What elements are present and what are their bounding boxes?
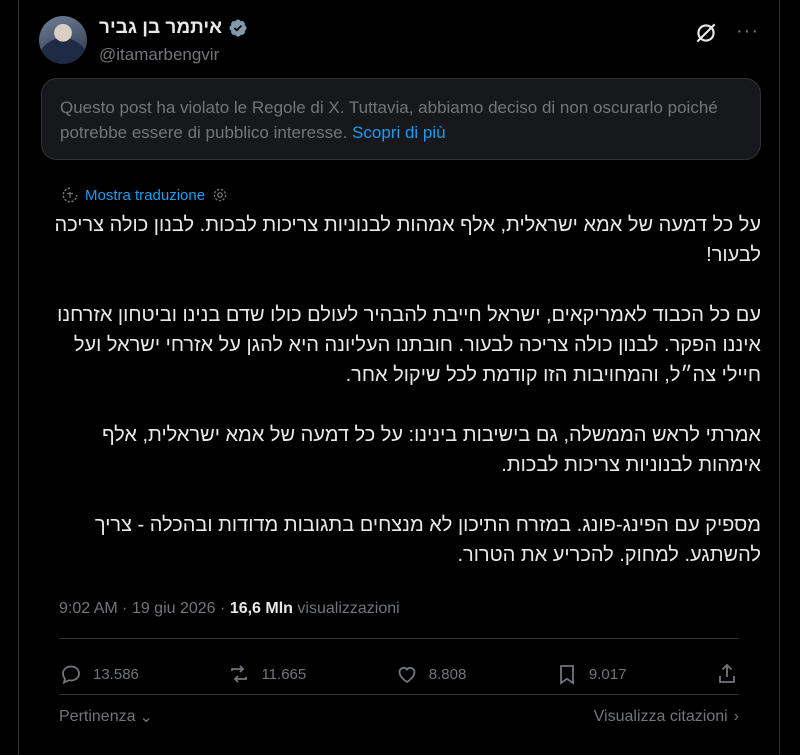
avatar[interactable] (39, 16, 87, 64)
bookmark-count: 9.017 (588, 665, 627, 683)
share-button[interactable] (715, 662, 739, 686)
meta-separator: · (122, 600, 128, 617)
divider (59, 638, 739, 639)
sort-label: Pertinenza (59, 708, 136, 725)
quotes-label: Visualizza citazioni (593, 708, 728, 725)
bookmark-button[interactable]: 9.017 (555, 662, 627, 686)
post-header: איתמר בן גביר @itamarbengvir ··· (39, 16, 759, 72)
post-paragraph: על כל דמעה של אמא ישראלית, אלף אמהות לבנ… (54, 214, 761, 266)
views-count[interactable]: 16,6 Mln (230, 600, 293, 617)
post-paragraph: עם כל הכבוד לאמריקאים, ישראל חייבת להבהי… (57, 304, 761, 386)
post-paragraph: מספיק עם הפינג-פונג. במזרח התיכון לא מנצ… (94, 514, 761, 566)
post-meta: 9:02 AM · 19 giu 2026 · 16,6 Mln visuali… (59, 600, 400, 618)
verified-badge-icon (229, 19, 247, 37)
author-row: איתמר בן גביר (99, 17, 248, 39)
chevron-down-icon: ⌄ (139, 709, 153, 726)
author-handle[interactable]: @itamarbengvir (99, 45, 219, 65)
repost-count: 11.665 (261, 665, 307, 683)
share-icon (719, 663, 735, 683)
post-time[interactable]: 9:02 AM (59, 600, 118, 617)
divider (59, 694, 739, 695)
like-count: 8.808 (428, 665, 467, 683)
like-button[interactable]: 8.808 (395, 662, 467, 686)
bookmark-icon (559, 665, 574, 685)
more-options-icon[interactable]: ··· (736, 20, 759, 43)
post-container: איתמר בן גביר @itamarbengvir ··· Questo … (18, 0, 780, 755)
post-paragraph: אמרתי לראש הממשלה, גם בישיבות בינינו: על… (102, 424, 761, 476)
translate-icon (62, 187, 78, 203)
learn-more-link[interactable]: Scopri di più (352, 123, 446, 142)
show-translation[interactable]: Mostra traduzione (61, 186, 229, 204)
reply-icon (62, 665, 80, 685)
replies-toolbar: Pertinenza ⌄ Visualizza citazioni › (59, 706, 739, 728)
sort-dropdown[interactable]: Pertinenza ⌄ (59, 706, 153, 728)
settings-gear-icon[interactable] (211, 186, 229, 204)
translate-label: Mostra traduzione (85, 186, 206, 204)
meta-separator: · (220, 600, 226, 617)
grok-icon[interactable] (693, 20, 719, 46)
action-bar: 13.586 11.665 8.808 9.017 (59, 656, 739, 692)
post-text: על כל דמעה של אמא ישראלית, אלף אמהות לבנ… (41, 210, 761, 600)
policy-notice: Questo post ha violato le Regole di X. T… (41, 78, 761, 160)
views-label: visualizzazioni (297, 600, 400, 617)
heart-icon (398, 667, 416, 684)
reply-count: 13.586 (93, 665, 139, 683)
repost-button[interactable]: 11.665 (227, 662, 306, 686)
reply-button[interactable]: 13.586 (59, 662, 139, 686)
repost-icon (231, 665, 248, 683)
author-name[interactable]: איתמר בן גביר (99, 17, 222, 39)
post-date[interactable]: 19 giu 2026 (132, 600, 216, 617)
chevron-right-icon: › (733, 708, 739, 725)
view-quotes-link[interactable]: Visualizza citazioni › (594, 706, 739, 728)
